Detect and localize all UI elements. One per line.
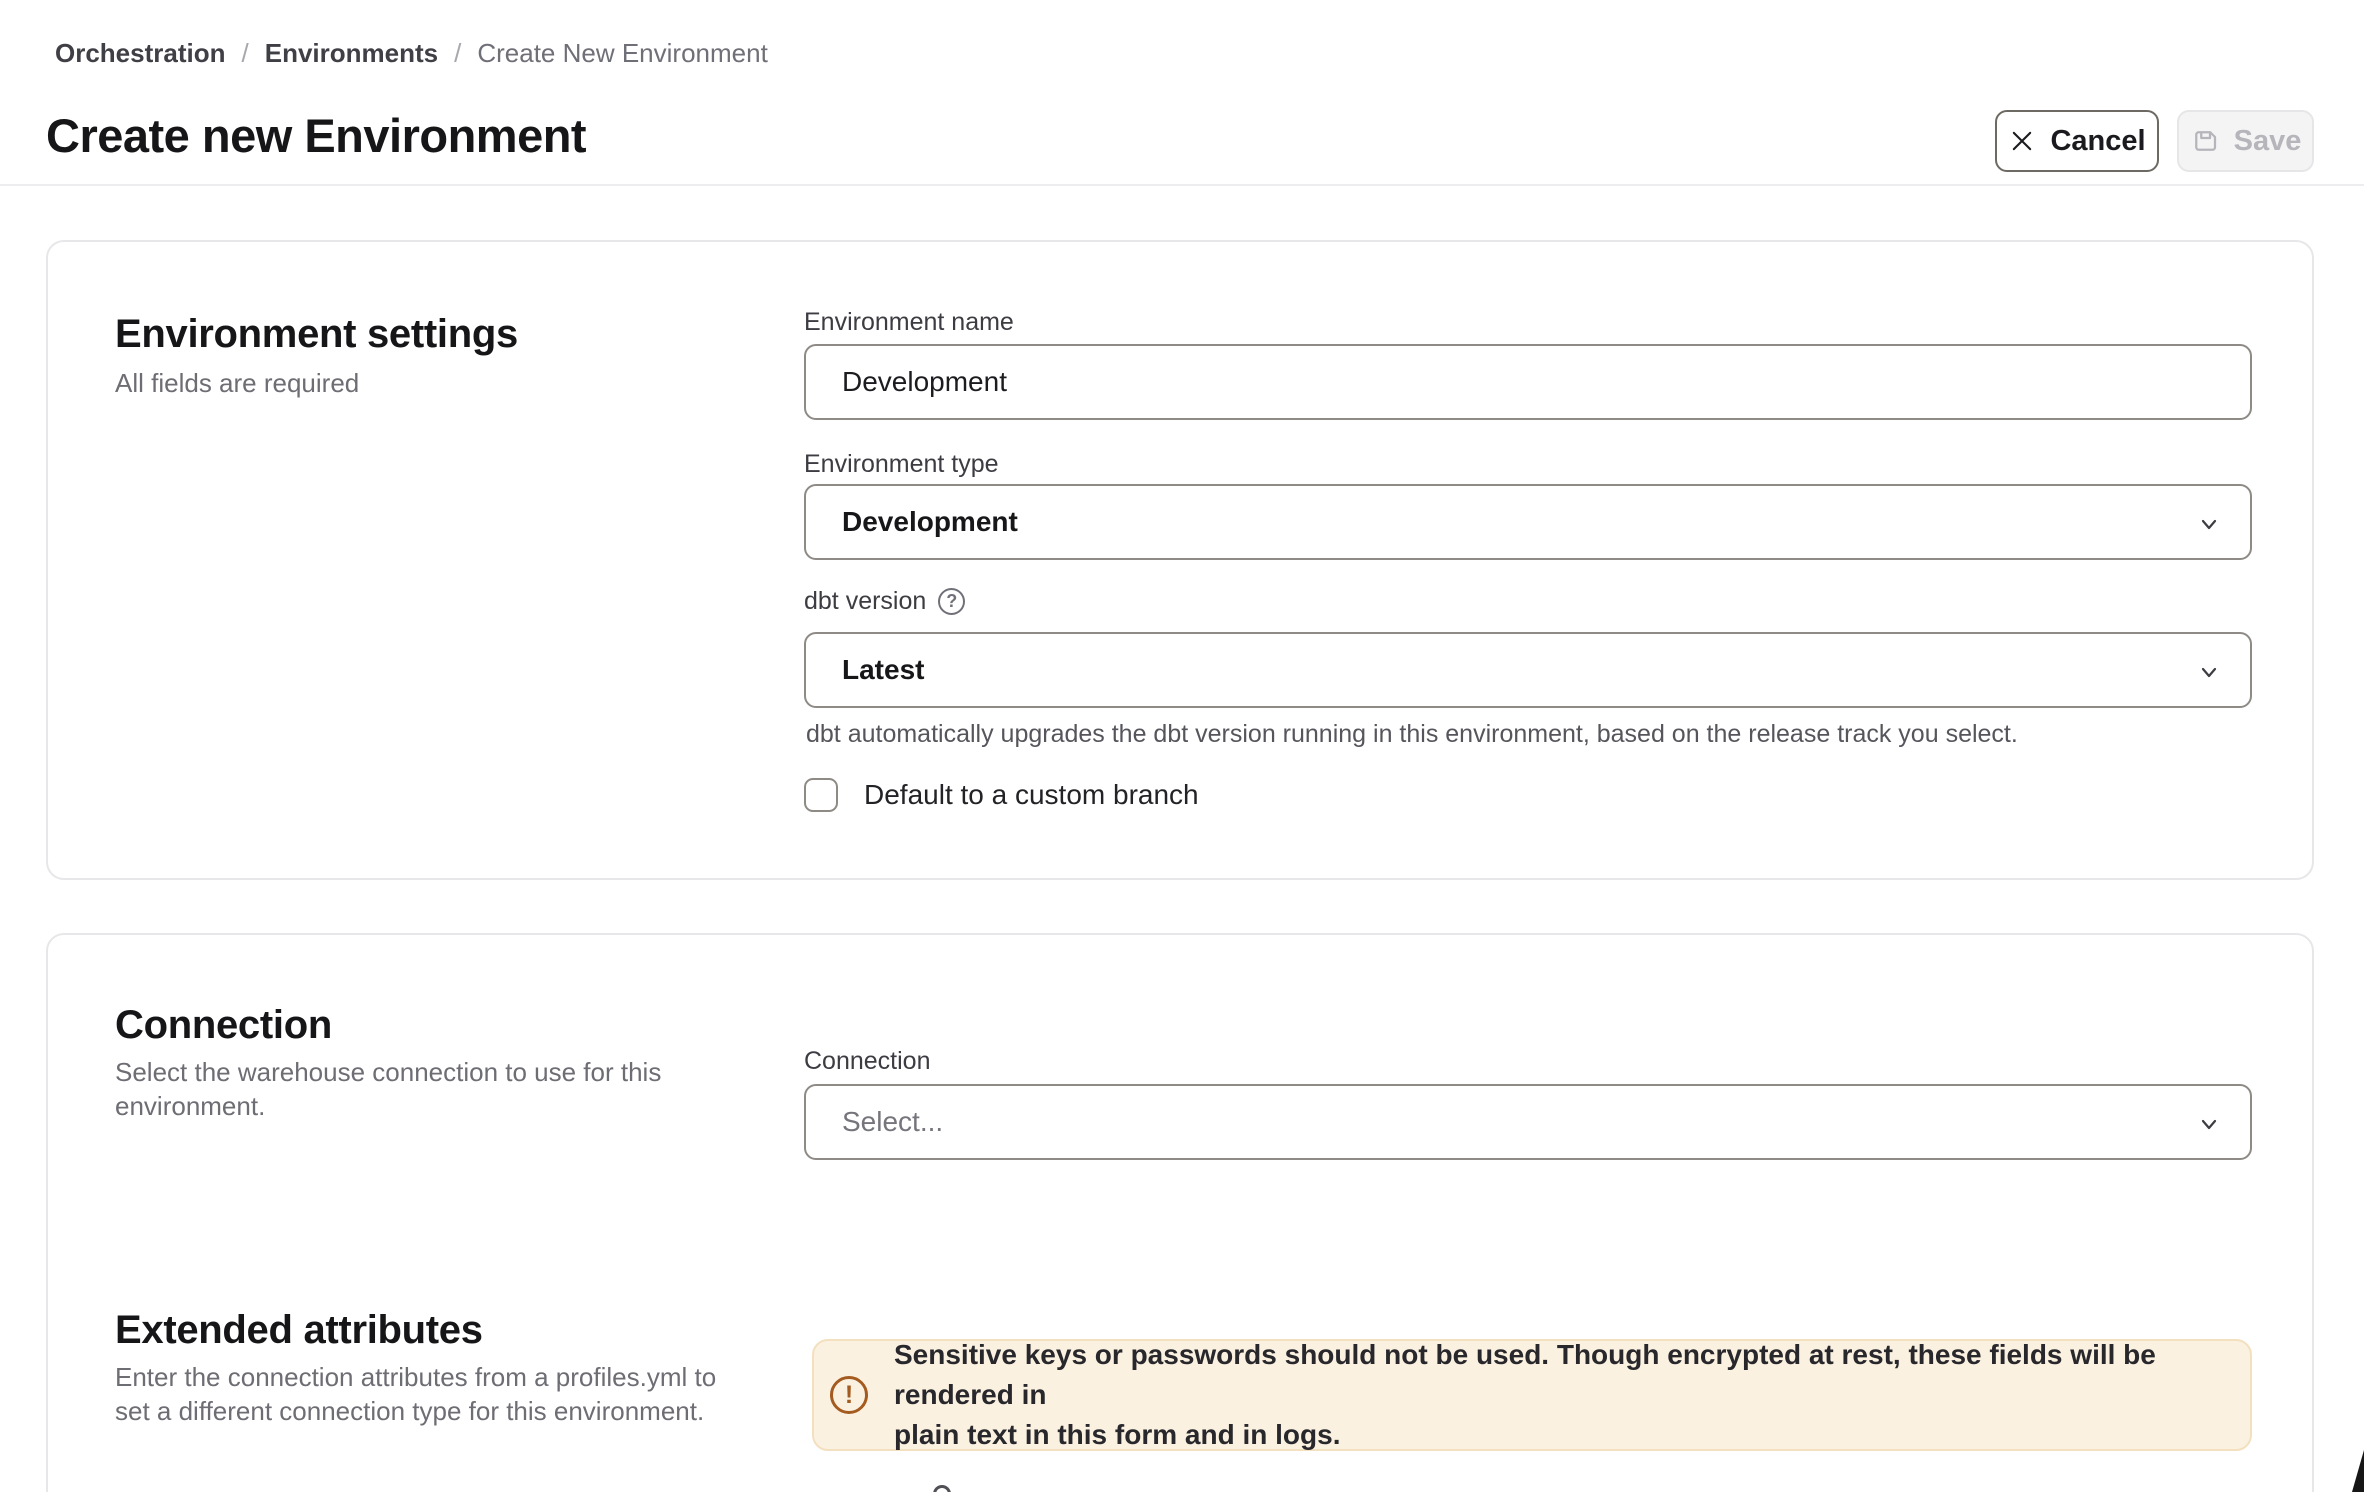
connection-heading: Connection xyxy=(115,1003,332,1048)
dbt-version-label-row: dbt version ? xyxy=(804,587,965,616)
environment-settings-heading: Environment settings xyxy=(115,312,518,357)
sensitive-keys-warning-banner: ! Sensitive keys or passwords should not… xyxy=(812,1339,2252,1451)
breadcrumb-environments[interactable]: Environments xyxy=(265,38,438,69)
extended-attributes-heading: Extended attributes xyxy=(115,1308,483,1353)
environment-settings-card: Environment settings All fields are requ… xyxy=(46,240,2314,880)
environment-settings-subheading: All fields are required xyxy=(115,366,359,400)
save-button-label: Save xyxy=(2234,125,2302,158)
breadcrumb-separator: / xyxy=(454,38,461,69)
custom-branch-checkbox[interactable] xyxy=(804,778,838,812)
chevron-down-icon xyxy=(2194,657,2224,694)
environment-type-select[interactable]: Development xyxy=(804,484,2252,560)
custom-branch-label: Default to a custom branch xyxy=(864,779,1199,811)
cancel-button-label: Cancel xyxy=(2050,125,2145,158)
warning-text-line: plain text in this form and in logs. xyxy=(894,1415,2222,1455)
dbt-version-select[interactable]: Latest xyxy=(804,632,2252,708)
x-icon xyxy=(2008,127,2036,155)
dbt-version-helper-text: dbt automatically upgrades the dbt versi… xyxy=(806,720,2018,749)
environment-type-value: Development xyxy=(842,506,1018,538)
connection-subheading-line: environment. xyxy=(115,1089,661,1123)
connection-select[interactable]: Select... xyxy=(804,1084,2252,1160)
chevron-down-icon xyxy=(2194,1109,2224,1146)
extended-attributes-subheading-line: set a different connection type for this… xyxy=(115,1394,716,1428)
breadcrumb-orchestration[interactable]: Orchestration xyxy=(55,38,226,69)
dbt-version-label: dbt version xyxy=(804,587,926,616)
breadcrumb-separator: / xyxy=(242,38,249,69)
extended-attributes-subheading-line: Enter the connection attributes from a p… xyxy=(115,1360,716,1394)
dbt-version-value: Latest xyxy=(842,654,924,686)
cancel-button[interactable]: Cancel xyxy=(1995,110,2159,172)
header-actions: Cancel Save xyxy=(1995,110,2314,172)
breadcrumb: Orchestration / Environments / Create Ne… xyxy=(55,38,768,69)
page-title: Create new Environment xyxy=(46,108,586,163)
header-divider xyxy=(0,184,2364,186)
breadcrumb-create-new-environment: Create New Environment xyxy=(477,38,767,69)
connection-subheading: Select the warehouse connection to use f… xyxy=(115,1055,661,1123)
save-button[interactable]: Save xyxy=(2177,110,2314,172)
connection-select-placeholder: Select... xyxy=(842,1106,943,1138)
connection-field-label: Connection xyxy=(804,1047,930,1076)
extended-attributes-subheading: Enter the connection attributes from a p… xyxy=(115,1360,716,1428)
environment-name-input[interactable] xyxy=(804,344,2252,420)
chevron-down-icon xyxy=(2194,509,2224,546)
save-icon xyxy=(2190,126,2220,156)
sensitive-keys-warning-text: Sensitive keys or passwords should not b… xyxy=(894,1335,2222,1455)
corner-cursor-artifact xyxy=(2352,1450,2364,1492)
warning-text-line: Sensitive keys or passwords should not b… xyxy=(894,1335,2222,1415)
custom-branch-row: Default to a custom branch xyxy=(804,778,1199,812)
connection-card: Connection Select the warehouse connecti… xyxy=(46,933,2314,1492)
environment-type-label: Environment type xyxy=(804,450,999,479)
environment-name-label: Environment name xyxy=(804,308,1014,337)
connection-subheading-line: Select the warehouse connection to use f… xyxy=(115,1055,661,1089)
alert-circle-icon: ! xyxy=(830,1376,868,1414)
help-circle-icon[interactable]: ? xyxy=(938,588,965,615)
